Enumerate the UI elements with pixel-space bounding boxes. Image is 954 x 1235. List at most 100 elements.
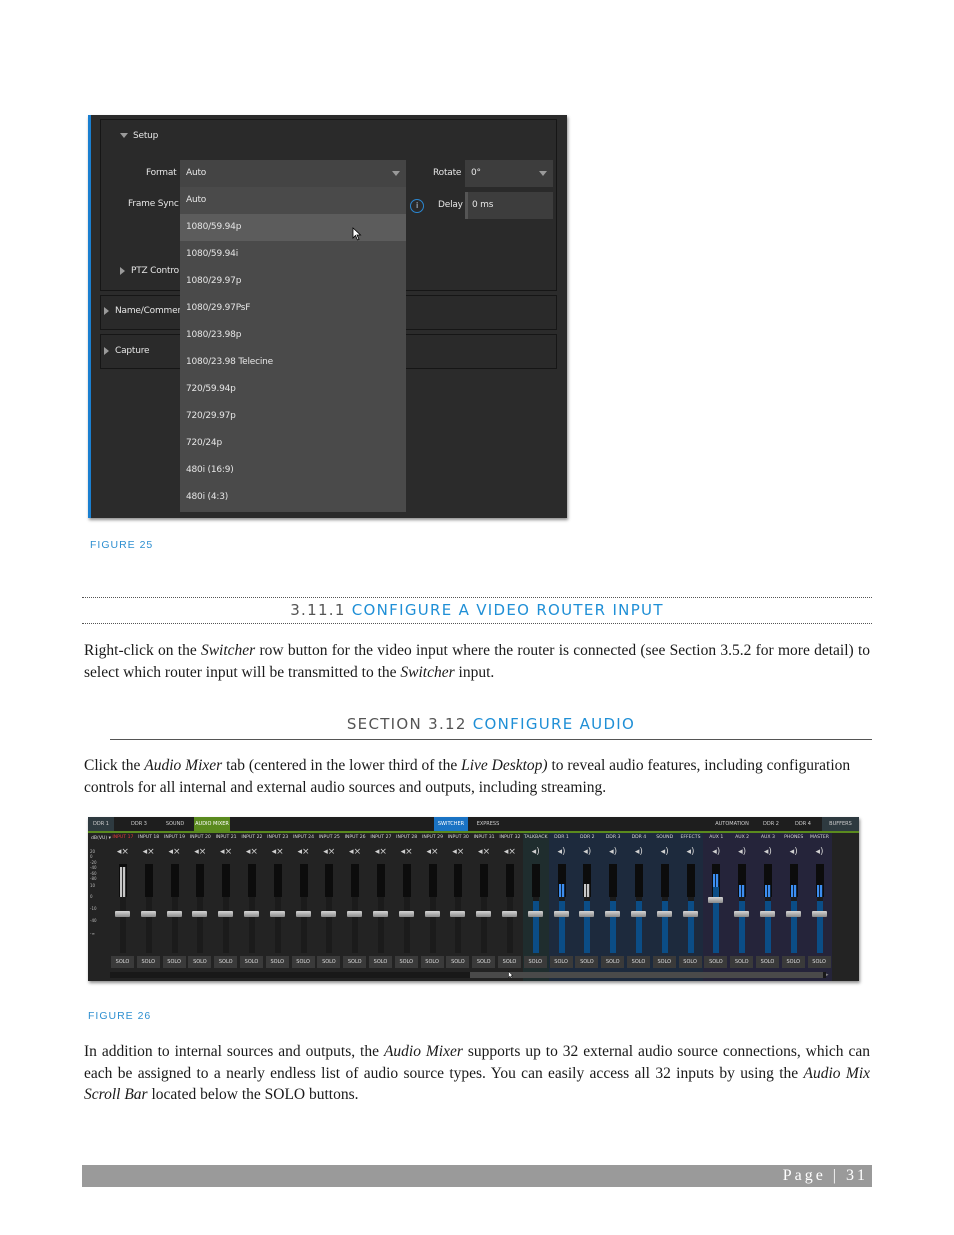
format-option[interactable]: 480i (4:3) <box>180 484 406 511</box>
fader-knob[interactable] <box>760 911 775 917</box>
speaker-muted-icon[interactable]: ◂× <box>316 847 342 857</box>
solo-button[interactable]: SOLO <box>214 956 238 968</box>
volume-fader-track[interactable] <box>816 897 823 953</box>
channel-label[interactable]: INPUT 32 <box>497 835 523 840</box>
fader-knob[interactable] <box>424 911 440 917</box>
tab-automation[interactable]: AUTOMATION <box>712 817 752 831</box>
speaker-icon[interactable]: ◂) <box>755 847 781 857</box>
volume-fader-track[interactable] <box>765 897 771 953</box>
format-dropdown-list[interactable]: Auto 1080/59.94p 1080/59.94i 1080/29.97p 108… <box>180 187 406 512</box>
channel-label[interactable]: INPUT 20 <box>187 835 213 840</box>
fader-knob[interactable] <box>321 911 337 917</box>
volume-fader-track[interactable] <box>739 897 746 953</box>
solo-button[interactable]: SOLO <box>394 956 418 968</box>
channel-label[interactable]: SOUND <box>652 835 678 840</box>
fader-knob[interactable] <box>398 911 414 917</box>
fader-knob[interactable] <box>682 911 698 917</box>
rotate-select[interactable]: 0° <box>465 160 553 187</box>
fader-knob[interactable] <box>115 911 130 917</box>
db-scale-selector[interactable]: dB(VU) ▾ <box>91 836 111 841</box>
fader-knob[interactable] <box>244 911 259 917</box>
channel-label[interactable]: DDR 4 <box>626 835 652 840</box>
channel-label[interactable]: TALKBACK <box>523 835 549 840</box>
volume-fader-track[interactable] <box>584 897 591 953</box>
volume-fader-track[interactable] <box>352 897 359 953</box>
solo-button[interactable]: SOLO <box>601 956 625 968</box>
speaker-muted-icon[interactable]: ◂× <box>291 847 317 857</box>
format-option[interactable]: 720/24p <box>180 430 406 457</box>
volume-fader-track[interactable] <box>223 897 230 953</box>
fader-knob[interactable] <box>295 911 311 917</box>
speaker-muted-icon[interactable]: ◂× <box>342 847 368 857</box>
fader-knob[interactable] <box>785 911 801 917</box>
tab-ddr1[interactable]: DDR 1 <box>88 817 114 831</box>
solo-button[interactable]: SOLO <box>291 956 315 968</box>
fader-knob[interactable] <box>605 911 621 917</box>
fader-knob[interactable] <box>218 911 234 917</box>
solo-button[interactable]: SOLO <box>781 956 805 968</box>
channel-label[interactable]: INPUT 27 <box>368 835 394 840</box>
speaker-muted-icon[interactable]: ◂× <box>162 847 188 857</box>
speaker-icon[interactable]: ◂) <box>574 847 600 857</box>
fader-knob[interactable] <box>373 911 388 917</box>
channel-label[interactable]: INPUT 30 <box>445 835 471 840</box>
volume-fader-track[interactable] <box>145 897 152 953</box>
tab-ddr4[interactable]: DDR 4 <box>788 817 818 831</box>
solo-button[interactable]: SOLO <box>317 956 341 968</box>
fader-knob[interactable] <box>269 911 285 917</box>
fader-knob[interactable] <box>476 911 492 917</box>
channel-label[interactable]: INPUT 29 <box>420 835 446 840</box>
speaker-icon[interactable]: ◂) <box>652 847 678 857</box>
fader-knob[interactable] <box>140 911 156 917</box>
fader-knob[interactable] <box>553 911 569 917</box>
channel-label[interactable]: INPUT 19 <box>162 835 188 840</box>
fader-knob[interactable] <box>502 911 517 917</box>
volume-fader-track[interactable] <box>661 897 668 953</box>
audio-mix-scroll-bar[interactable] <box>110 972 826 978</box>
channel-label[interactable]: INPUT 28 <box>394 835 420 840</box>
format-option[interactable]: 1080/29.97PsF <box>180 295 406 322</box>
fader-knob[interactable] <box>166 911 182 917</box>
channel-label[interactable]: DDR 2 <box>574 835 600 840</box>
speaker-muted-icon[interactable]: ◂× <box>420 847 446 857</box>
channel-label[interactable]: INPUT 31 <box>471 835 497 840</box>
volume-fader-track[interactable] <box>532 897 539 953</box>
speaker-icon[interactable]: ◂) <box>600 847 626 857</box>
format-option[interactable]: 1080/23.98 Telecine <box>180 349 406 376</box>
fader-knob[interactable] <box>811 911 827 917</box>
delay-input[interactable]: 0 ms <box>465 192 553 219</box>
speaker-muted-icon[interactable]: ◂× <box>110 847 136 857</box>
tab-switcher[interactable]: SWITCHER <box>434 817 468 831</box>
volume-fader-track[interactable] <box>481 897 488 953</box>
info-icon[interactable]: i <box>410 199 424 213</box>
channel-label[interactable]: INPUT 18 <box>136 835 162 840</box>
fader-knob[interactable] <box>527 911 543 917</box>
solo-button[interactable]: SOLO <box>549 956 573 968</box>
channel-label[interactable]: AUX 3 <box>755 835 781 840</box>
speaker-icon[interactable]: ◂) <box>626 847 652 857</box>
fader-knob[interactable] <box>631 911 646 917</box>
speaker-muted-icon[interactable]: ◂× <box>471 847 497 857</box>
fader-knob[interactable] <box>347 911 363 917</box>
speaker-icon[interactable]: ◂) <box>549 847 575 857</box>
solo-button[interactable]: SOLO <box>369 956 392 968</box>
volume-fader-track[interactable] <box>300 897 307 953</box>
volume-fader-track[interactable] <box>455 897 462 953</box>
scroll-right-arrow-icon[interactable]: ▸ <box>826 972 829 978</box>
fader-knob[interactable] <box>450 911 466 917</box>
channel-label[interactable]: DDR 3 <box>600 835 626 840</box>
solo-button[interactable]: SOLO <box>627 956 650 968</box>
volume-fader-track[interactable] <box>610 897 617 953</box>
volume-fader-track[interactable] <box>171 897 178 953</box>
format-option[interactable]: 1080/29.97p <box>180 268 406 295</box>
format-option[interactable]: 1080/59.94i <box>180 241 406 268</box>
volume-fader-track[interactable] <box>378 897 384 953</box>
solo-button[interactable]: SOLO <box>575 956 599 968</box>
volume-fader-track[interactable] <box>197 897 204 953</box>
solo-button[interactable]: SOLO <box>756 956 779 968</box>
speaker-muted-icon[interactable]: ◂× <box>394 847 420 857</box>
solo-button[interactable]: SOLO <box>446 956 470 968</box>
channel-label[interactable]: INPUT 26 <box>342 835 368 840</box>
channel-label[interactable]: INPUT 17 <box>110 835 136 840</box>
solo-button[interactable]: SOLO <box>111 956 134 968</box>
